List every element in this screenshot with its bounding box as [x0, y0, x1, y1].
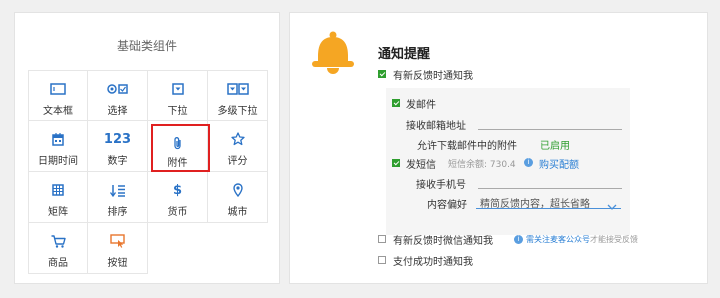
- allow-attachment-status: 已启用: [540, 141, 570, 152]
- basic-components-panel: 基础类组件 文本框 选择 下拉 多级下拉 日期时间 123 数字 附件 评分 矩…: [14, 12, 280, 284]
- textbox-icon: [29, 81, 87, 97]
- wechat-hint-rest: 才能接受反馈: [590, 235, 638, 244]
- sort-icon: [88, 182, 147, 198]
- component-datetime[interactable]: 日期时间: [28, 121, 88, 172]
- component-label: 矩阵: [48, 207, 68, 218]
- feedback-notify-checkbox[interactable]: [378, 70, 386, 78]
- component-label: 城市: [227, 207, 248, 218]
- component-attachment[interactable]: 附件: [148, 121, 210, 172]
- sms-balance: 短信余额: 730.4: [448, 160, 516, 170]
- wechat-notify-label: 有新反馈时微信通知我: [393, 236, 493, 247]
- matrix-icon: [29, 182, 87, 198]
- content-preference-value: 精简反馈内容，超长省略: [480, 199, 590, 210]
- chevron-down-icon: [607, 196, 617, 215]
- cart-icon: [29, 233, 87, 249]
- currency-icon: $: [172, 182, 183, 198]
- component-select[interactable]: 选择: [88, 70, 148, 121]
- panel-title: 基础类组件: [116, 39, 177, 53]
- component-number[interactable]: 123 数字: [88, 121, 148, 172]
- location-icon: [208, 182, 267, 198]
- component-label: 货币: [167, 207, 188, 218]
- component-multi-dropdown[interactable]: 多级下拉: [208, 70, 268, 121]
- number-icon: 123: [103, 131, 132, 147]
- feedback-notify-label: 有新反馈时通知我: [393, 71, 473, 82]
- paperclip-icon: [148, 135, 207, 151]
- email-label: 发邮件: [406, 100, 436, 111]
- component-dropdown[interactable]: 下拉: [148, 70, 208, 121]
- content-preference-label: 内容偏好: [427, 200, 467, 211]
- bell-icon: [307, 30, 359, 80]
- wechat-follow-link[interactable]: 需关注麦客公众号: [526, 235, 590, 244]
- component-label: 排序: [107, 207, 128, 218]
- sms-label: 发短信: [406, 160, 436, 171]
- component-label: 选择: [107, 106, 128, 117]
- calendar-icon: [29, 131, 87, 147]
- email-checkbox[interactable]: [392, 99, 400, 107]
- component-label: 附件: [167, 158, 188, 169]
- payment-notify-label: 支付成功时通知我: [393, 257, 473, 268]
- email-address-label: 接收邮箱地址: [406, 121, 466, 132]
- component-label: 商品: [48, 258, 68, 269]
- info-icon: i: [524, 158, 533, 167]
- component-label: 下拉: [167, 106, 188, 117]
- wechat-hint: 需关注麦客公众号才能接受反馈: [526, 234, 638, 245]
- component-currency[interactable]: $ 货币: [148, 172, 208, 223]
- buy-quota-link[interactable]: 购买配额: [539, 156, 579, 171]
- select-icon: [88, 81, 147, 97]
- component-sort[interactable]: 排序: [88, 172, 148, 223]
- component-city[interactable]: 城市: [208, 172, 268, 223]
- dropdown-icon: [148, 81, 207, 97]
- wechat-notify-checkbox[interactable]: [378, 235, 386, 243]
- component-label: 日期时间: [38, 156, 78, 167]
- allow-attachment-label: 允许下载邮件中的附件: [417, 141, 517, 152]
- component-label: 多级下拉: [217, 106, 258, 117]
- sms-checkbox[interactable]: [392, 159, 400, 167]
- content-preference-select[interactable]: 精简反馈内容，超长省略: [476, 194, 621, 210]
- star-icon: [208, 131, 267, 147]
- component-label: 按钮: [107, 258, 128, 269]
- component-rating[interactable]: 评分: [208, 121, 268, 172]
- info-icon: i: [514, 235, 523, 244]
- notification-settings-panel: 通知提醒 有新反馈时通知我 发邮件 接收邮箱地址 允许下载邮件中的附件 已启用 …: [289, 12, 708, 284]
- component-label: 评分: [227, 156, 248, 167]
- component-grid: 文本框 选择 下拉 多级下拉 日期时间 123 数字 附件 评分 矩阵 排序 $…: [28, 70, 269, 276]
- multi-dropdown-icon: [208, 81, 267, 97]
- component-label: 文本框: [43, 106, 73, 117]
- button-cursor-icon: [88, 233, 147, 249]
- component-product[interactable]: 商品: [28, 223, 88, 274]
- notification-title: 通知提醒: [378, 47, 431, 62]
- phone-number-input[interactable]: [478, 188, 622, 189]
- payment-notify-checkbox[interactable]: [378, 256, 386, 264]
- phone-number-label: 接收手机号: [416, 180, 466, 191]
- email-address-input[interactable]: [478, 129, 622, 130]
- component-label: 数字: [107, 156, 128, 167]
- component-button[interactable]: 按钮: [88, 223, 148, 274]
- component-textbox[interactable]: 文本框: [28, 70, 88, 121]
- component-matrix[interactable]: 矩阵: [28, 172, 88, 223]
